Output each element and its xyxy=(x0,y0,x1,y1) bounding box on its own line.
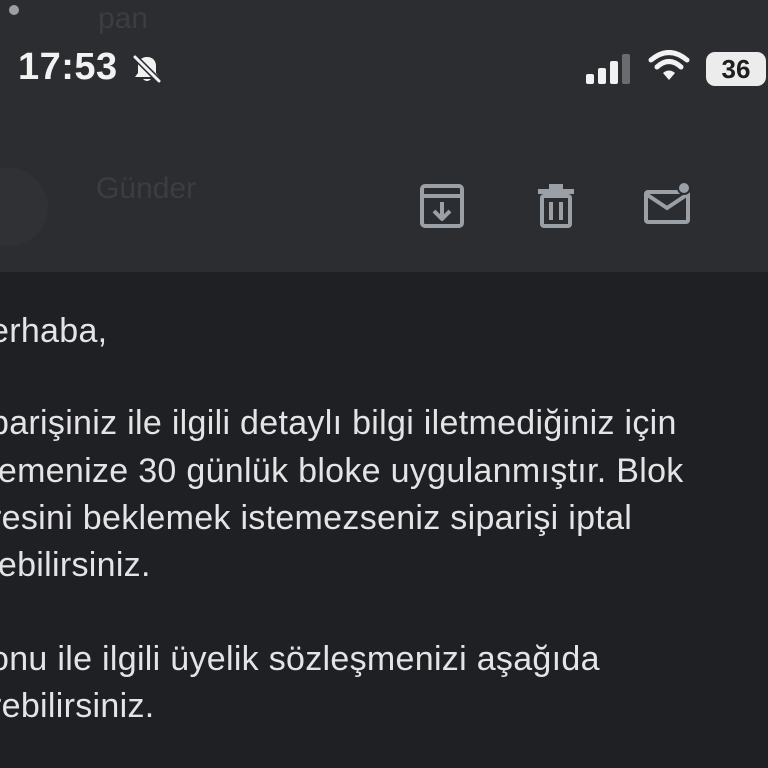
top-bar: pan 17:53 36 Günder xyxy=(0,0,768,272)
sender-name: Günder xyxy=(96,172,197,205)
cellular-signal-icon xyxy=(586,54,630,84)
bell-slash-icon xyxy=(131,53,163,85)
email-screen: pan 17:53 36 Günder erhaba, parişiniz il… xyxy=(0,0,768,768)
ghost-text-top: pan xyxy=(98,2,149,35)
email-line: lebilirsiniz. xyxy=(0,546,151,584)
email-line: erhaba, xyxy=(0,312,108,350)
trash-icon[interactable] xyxy=(530,180,582,232)
email-line: parişiniz ile ilgili detaylı bilgi iletm… xyxy=(0,404,677,442)
wifi-icon xyxy=(648,50,690,80)
battery-indicator: 36 xyxy=(706,52,766,86)
more-icon[interactable] xyxy=(0,0,20,20)
email-body: erhaba, parişiniz ile ilgili detaylı bil… xyxy=(0,272,768,768)
archive-icon[interactable] xyxy=(416,180,468,232)
status-time: 17:53 xyxy=(18,46,118,88)
email-line: rebilirsiniz. xyxy=(0,687,155,725)
avatar xyxy=(0,168,48,246)
email-line: onu ile ilgili üyelik sözleşmenizi aşağı… xyxy=(0,640,600,678)
email-line: lemenize 30 günlük bloke uygulanmıştır. … xyxy=(0,452,684,490)
mark-unread-icon[interactable] xyxy=(642,180,694,232)
email-line: resini beklemek istemezseniz siparişi ip… xyxy=(0,499,633,537)
